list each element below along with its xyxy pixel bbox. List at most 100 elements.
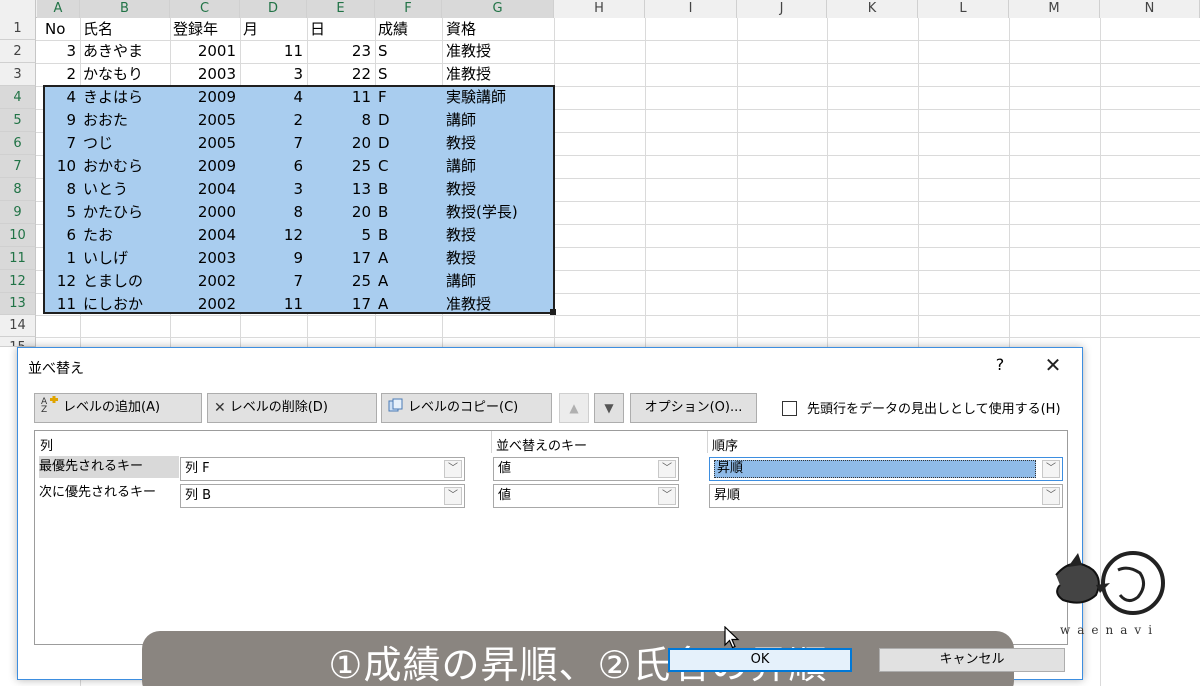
table-cell[interactable]: 11 [233,40,303,62]
move-down-button[interactable]: ▼ [594,393,624,423]
table-cell[interactable]: 11 [301,86,371,108]
table-cell[interactable]: 2004 [166,178,236,200]
table-cell[interactable]: かたひら [83,201,143,223]
table-cell[interactable]: にしおか [83,293,143,315]
table-cell[interactable]: 2003 [166,247,236,269]
level-2-key-select[interactable]: 値 ﹀ [493,484,679,508]
table-cell[interactable]: 2 [233,109,303,131]
table-cell[interactable]: A [378,293,388,315]
header-cell[interactable]: 資格 [446,18,476,40]
help-button[interactable]: ? [990,355,1010,374]
table-cell[interactable]: 2 [6,63,76,85]
table-cell[interactable]: 6 [233,155,303,177]
table-cell[interactable]: 8 [6,178,76,200]
table-cell[interactable]: 2001 [166,40,236,62]
column-header-c[interactable]: C [170,0,240,18]
table-cell[interactable]: 7 [233,132,303,154]
table-cell[interactable]: 教授 [446,178,476,200]
table-cell[interactable]: D [378,109,390,131]
table-cell[interactable]: おおた [83,109,128,131]
level-1-label[interactable]: 最優先されるキー [39,456,179,478]
level-1-order-select[interactable]: 昇順 ﹀ [709,457,1063,481]
table-cell[interactable]: B [378,224,388,246]
table-cell[interactable]: 准教授 [446,40,491,62]
table-cell[interactable]: 講師 [446,109,476,131]
table-cell[interactable]: C [378,155,388,177]
column-header-d[interactable]: D [240,0,307,18]
table-cell[interactable]: 12 [233,224,303,246]
table-cell[interactable]: 4 [233,86,303,108]
table-cell[interactable]: B [378,201,388,223]
table-cell[interactable]: 准教授 [446,293,491,315]
table-cell[interactable]: 7 [233,270,303,292]
close-button[interactable]: ✕ [1040,353,1066,377]
table-cell[interactable]: 22 [301,63,371,85]
table-cell[interactable]: 9 [6,109,76,131]
chevron-down-icon[interactable]: ﹀ [658,487,676,505]
table-cell[interactable]: 17 [301,247,371,269]
table-cell[interactable]: 13 [301,178,371,200]
chevron-down-icon[interactable]: ﹀ [1042,487,1060,505]
table-cell[interactable]: 教授 [446,224,476,246]
row-header[interactable]: 1 [0,18,36,40]
column-header-a[interactable]: A [37,0,80,18]
row-header[interactable]: 15 [0,337,36,347]
table-cell[interactable]: 8 [301,109,371,131]
table-cell[interactable]: 3 [233,178,303,200]
table-cell[interactable]: 12 [6,270,76,292]
table-cell[interactable]: 20 [301,132,371,154]
table-cell[interactable]: A [378,247,388,269]
column-header-f[interactable]: F [375,0,442,18]
level-2-order-select[interactable]: 昇順 ﹀ [709,484,1063,508]
chevron-down-icon[interactable]: ﹀ [444,487,462,505]
column-header-e[interactable]: E [307,0,375,18]
table-cell[interactable]: 2009 [166,155,236,177]
table-cell[interactable]: とましの [83,270,143,292]
table-cell[interactable]: A [378,270,388,292]
chevron-down-icon[interactable]: ﹀ [444,460,462,478]
table-cell[interactable]: 10 [6,155,76,177]
level-1-column-select[interactable]: 列 F ﹀ [180,457,465,481]
table-cell[interactable]: 講師 [446,155,476,177]
table-cell[interactable]: 5 [301,224,371,246]
table-cell[interactable]: 2005 [166,109,236,131]
table-cell[interactable]: 1 [6,247,76,269]
table-cell[interactable]: S [378,40,388,62]
header-row-checkbox[interactable] [782,401,797,416]
header-cell[interactable]: 氏名 [83,18,113,40]
column-header-m[interactable]: M [1009,0,1100,18]
table-cell[interactable]: B [378,178,388,200]
table-cell[interactable]: 教授(学長) [446,201,518,223]
table-cell[interactable]: 2005 [166,132,236,154]
table-cell[interactable]: 准教授 [446,63,491,85]
table-cell[interactable]: いとう [83,178,128,200]
header-cell[interactable]: 月 [243,18,258,40]
table-cell[interactable]: 7 [6,132,76,154]
table-cell[interactable]: 5 [6,201,76,223]
table-cell[interactable]: つじ [83,132,113,154]
delete-level-button[interactable]: ✕ レベルの削除(D) [207,393,377,423]
column-header-b[interactable]: B [80,0,170,18]
table-cell[interactable]: たお [83,224,113,246]
table-cell[interactable]: 23 [301,40,371,62]
header-cell[interactable]: 登録年 [173,18,218,40]
options-button[interactable]: オプション(O)... [630,393,757,423]
table-cell[interactable]: 11 [233,293,303,315]
chevron-down-icon[interactable]: ﹀ [658,460,676,478]
table-cell[interactable]: おかむら [83,155,143,177]
table-cell[interactable]: 3 [6,40,76,62]
table-cell[interactable]: 8 [233,201,303,223]
table-cell[interactable]: 教授 [446,132,476,154]
table-cell[interactable]: 6 [6,224,76,246]
column-header-h[interactable]: H [554,0,645,18]
table-cell[interactable]: 実験講師 [446,86,506,108]
header-cell[interactable]: 日 [310,18,325,40]
table-cell[interactable]: 教授 [446,247,476,269]
table-cell[interactable]: F [378,86,387,108]
table-cell[interactable]: かなもり [83,63,143,85]
select-all-corner[interactable] [0,0,36,18]
column-header-k[interactable]: K [827,0,918,18]
column-header-l[interactable]: L [918,0,1009,18]
table-cell[interactable]: S [378,63,388,85]
table-cell[interactable]: 4 [6,86,76,108]
